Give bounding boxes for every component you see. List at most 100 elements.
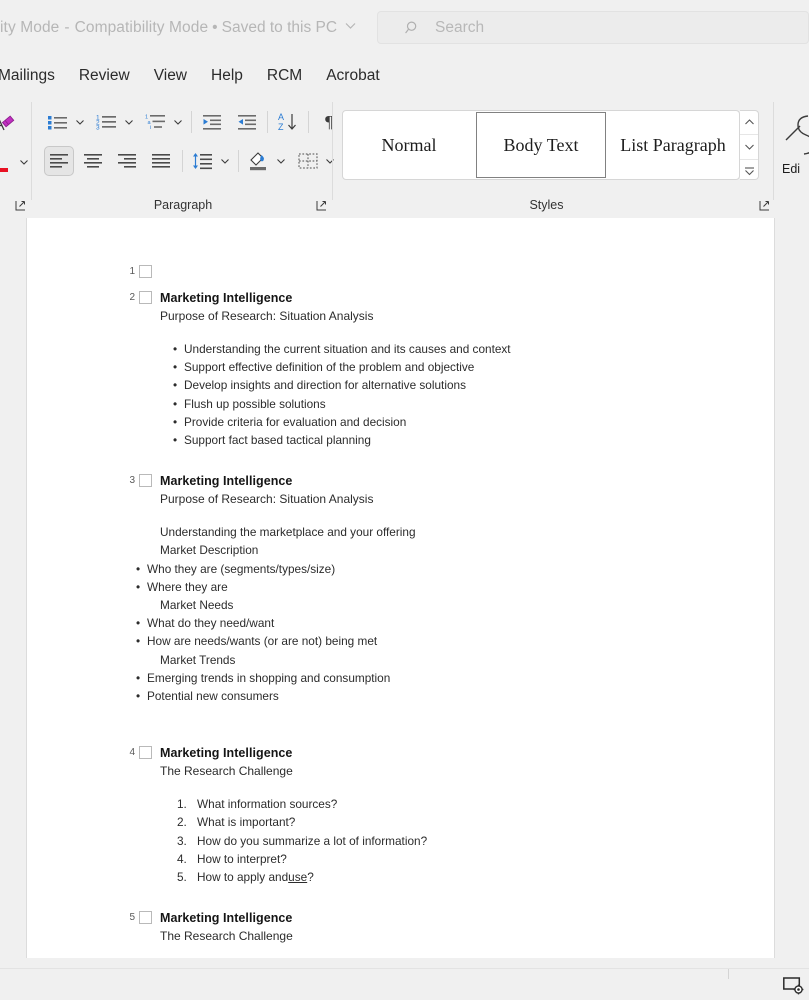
editor-pen-icon[interactable]	[784, 112, 809, 163]
list-item[interactable]: •What do they need/want	[136, 614, 753, 632]
outline-collapse-checkbox[interactable]	[139, 474, 152, 487]
multilevel-list-button[interactable]: 1 a i	[142, 108, 170, 136]
list-item-text: Flush up possible solutions	[184, 395, 326, 413]
list-item[interactable]: Market Description	[160, 541, 753, 559]
line-spacing-button[interactable]	[189, 147, 217, 175]
svg-text:Z: Z	[278, 122, 284, 132]
list-item[interactable]: •Provide criteria for evaluation and dec…	[173, 413, 753, 431]
list-item[interactable]: •Emerging trends in shopping and consump…	[136, 669, 753, 687]
search-input[interactable]: Search	[435, 19, 484, 37]
list-item[interactable]: •Potential new consumers	[136, 687, 753, 705]
tab-view[interactable]: View	[142, 56, 199, 96]
align-left-button[interactable]	[44, 146, 74, 176]
list-item[interactable]: 1.What information sources?	[177, 795, 753, 813]
align-center-button[interactable]	[78, 146, 108, 176]
bullet-icon: •	[173, 413, 184, 431]
list-item-text: How do you summarize a lot of informatio…	[197, 832, 427, 850]
sort-button[interactable]: A Z	[274, 108, 302, 136]
display-settings-icon[interactable]	[783, 977, 804, 1000]
outline-item[interactable]: 4 Marketing Intelligence The Research Ch…	[123, 746, 753, 886]
list-item[interactable]: •Understanding the current situation and…	[173, 340, 753, 358]
list-item[interactable]: 5. How to apply and use?	[177, 868, 753, 886]
toolbar-divider	[267, 111, 268, 133]
bullets-button[interactable]	[44, 108, 72, 136]
list-item[interactable]: •Where they are	[136, 578, 753, 596]
list-item-text: Market Description	[160, 543, 258, 557]
ribbon-group-editing: Edi	[776, 96, 809, 217]
list-item-text: Provide criteria for evaluation and deci…	[184, 413, 406, 431]
outline-collapse-checkbox[interactable]	[139, 911, 152, 924]
chevron-down-icon[interactable]	[344, 19, 357, 37]
horizontal-scrollbar[interactable]	[0, 958, 809, 968]
list-item-text: Potential new consumers	[147, 687, 279, 705]
list-item[interactable]: 4.How to interpret?	[177, 850, 753, 868]
search-box[interactable]: Search	[377, 11, 809, 44]
styles-more-icon[interactable]	[740, 159, 758, 183]
bullets-dropdown-caret-icon[interactable]	[72, 117, 87, 127]
styles-scroll-up-icon[interactable]	[740, 111, 758, 134]
tab-mailings[interactable]: Mailings	[0, 56, 67, 96]
list-item[interactable]: •Support fact based tactical planning	[173, 431, 753, 449]
outline-view: 1 2 Marketing Intelligence Purpose of Re…	[123, 265, 753, 943]
document-page[interactable]: 1 2 Marketing Intelligence Purpose of Re…	[26, 218, 775, 968]
line-spacing-caret-icon[interactable]	[217, 156, 232, 166]
list-item[interactable]: •Who they are (segments/types/size)	[136, 560, 753, 578]
styles-dialog-launcher[interactable]	[758, 199, 772, 213]
align-right-button[interactable]	[112, 146, 142, 176]
outline-collapse-checkbox[interactable]	[139, 291, 152, 304]
increase-indent-button[interactable]	[233, 108, 261, 136]
list-item[interactable]: •How are needs/wants (or are not) being …	[136, 632, 753, 650]
multilevel-list-dropdown-caret-icon[interactable]	[170, 117, 185, 127]
mixed-list: Understanding the marketplace and your o…	[123, 523, 753, 705]
shading-caret-icon[interactable]	[273, 156, 288, 166]
list-item[interactable]: 2.What is important?	[177, 813, 753, 831]
font-dialog-launcher[interactable]	[14, 199, 28, 213]
list-item[interactable]: 3.How do you summarize a lot of informat…	[177, 832, 753, 850]
bullet-group: •Who they are (segments/types/size) •Whe…	[136, 560, 753, 596]
list-item[interactable]: Understanding the marketplace and your o…	[160, 523, 753, 541]
borders-button[interactable]	[294, 147, 322, 175]
font-color-icon[interactable]	[0, 148, 16, 176]
outline-item[interactable]: 2 Marketing Intelligence Purpose of Rese…	[123, 291, 753, 449]
tab-acrobat[interactable]: Acrobat	[314, 56, 391, 96]
style-item-normal[interactable]: Normal	[345, 113, 473, 177]
document-title-group[interactable]: ity Mode - Compatibility Mode • Saved to…	[0, 0, 357, 56]
list-number: 5.	[177, 868, 197, 886]
list-item[interactable]: Market Needs	[160, 596, 753, 614]
outline-item[interactable]: 5 Marketing Intelligence The Research Ch…	[123, 911, 753, 943]
tab-help[interactable]: Help	[199, 56, 255, 96]
styles-scroll-down-icon[interactable]	[740, 134, 758, 158]
text-effects-icon[interactable]	[0, 110, 16, 138]
tab-rcm[interactable]: RCM	[255, 56, 314, 96]
bullet-icon: •	[136, 560, 147, 578]
list-item[interactable]: Market Trends	[160, 651, 753, 669]
font-color-caret-icon[interactable]	[16, 157, 31, 167]
saved-location-label: Saved to this PC	[222, 19, 337, 37]
bullet-group: •What do they need/want •How are needs/w…	[136, 614, 753, 650]
tab-review[interactable]: Review	[67, 56, 142, 96]
style-item-body-text[interactable]: Body Text	[476, 112, 606, 178]
list-item[interactable]: •Flush up possible solutions	[173, 395, 753, 413]
numbering-button[interactable]: 1 2 3	[93, 108, 121, 136]
list-item-text: Understanding the marketplace and your o…	[160, 525, 416, 539]
list-item[interactable]: •Develop insights and direction for alte…	[173, 376, 753, 394]
styles-gallery-scroll[interactable]	[740, 110, 759, 180]
numbering-dropdown-caret-icon[interactable]	[121, 117, 136, 127]
bullet-list: •Understanding the current situation and…	[173, 340, 753, 449]
toolbar-divider	[191, 111, 192, 133]
style-item-list-paragraph[interactable]: List Paragraph	[609, 113, 737, 177]
list-number: 2.	[177, 813, 197, 831]
outline-collapse-checkbox[interactable]	[139, 265, 152, 278]
paragraph-dialog-launcher[interactable]	[315, 199, 329, 213]
outline-line-number: 1	[123, 266, 135, 277]
outline-item[interactable]: 3 Marketing Intelligence Purpose of Rese…	[123, 474, 753, 705]
styles-gallery[interactable]: Normal Body Text List Paragraph	[342, 110, 740, 180]
outline-collapse-checkbox[interactable]	[139, 746, 152, 759]
outline-item[interactable]: 1	[123, 265, 753, 291]
justify-button[interactable]	[146, 146, 176, 176]
svg-text:A: A	[278, 112, 284, 122]
decrease-indent-button[interactable]	[198, 108, 226, 136]
list-item[interactable]: •Support effective definition of the pro…	[173, 358, 753, 376]
shading-button[interactable]	[245, 147, 273, 175]
list-item-text: Emerging trends in shopping and consumpt…	[147, 669, 390, 687]
